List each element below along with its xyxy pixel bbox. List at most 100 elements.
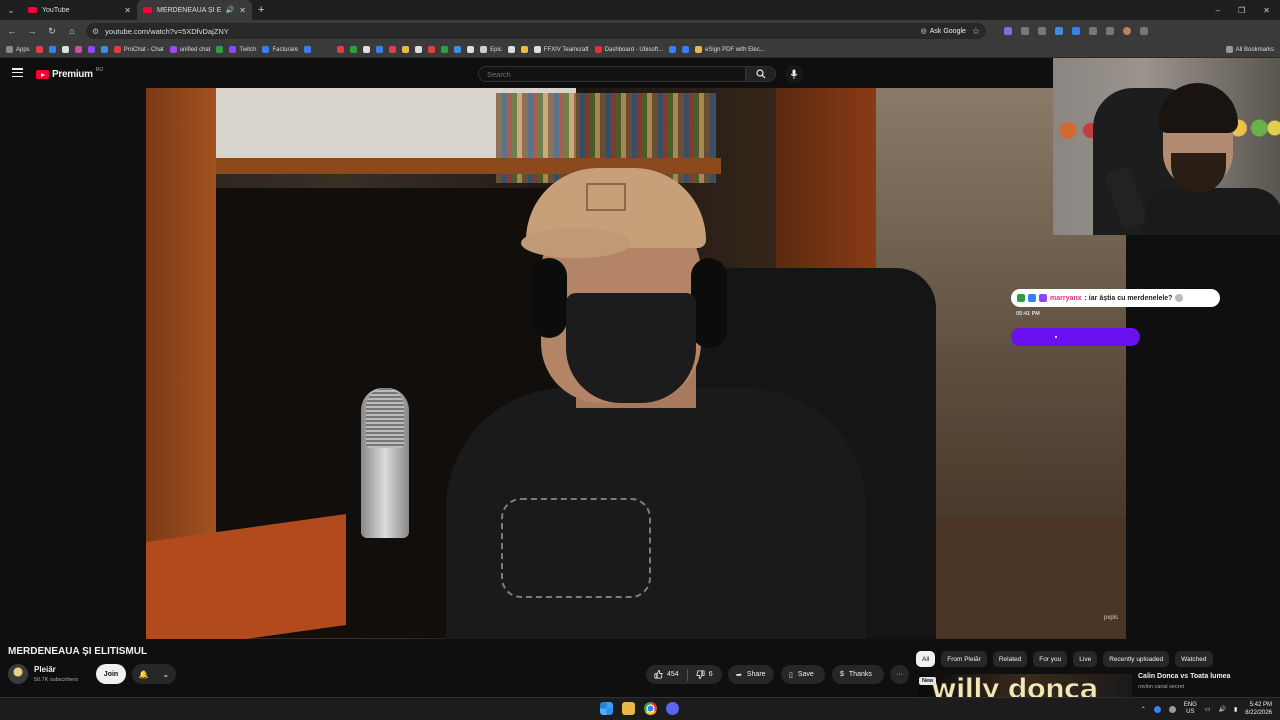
recommended-channel[interactable]: rovlon canal secret	[1138, 684, 1184, 690]
maximize-icon[interactable]: ❐	[1238, 6, 1245, 15]
save-button[interactable]: ▯ Save	[781, 665, 825, 684]
chip-watched[interactable]: Watched	[1175, 651, 1213, 667]
menu-dots-icon[interactable]	[1140, 27, 1148, 35]
youtube-premium-logo[interactable]: Premium RO	[36, 67, 103, 80]
speaker-icon[interactable]: 🔊	[226, 6, 235, 14]
browser-tab-video[interactable]: MERDENEAUA ȘI ELITISMUL 🔊 ✕	[137, 0, 252, 20]
extension-icon[interactable]	[1021, 27, 1029, 35]
close-tab-icon[interactable]: ✕	[124, 6, 131, 15]
bookmark-icon[interactable]	[74, 46, 82, 53]
video-player[interactable]: pxpls	[146, 88, 1126, 639]
close-tab-icon[interactable]: ✕	[239, 6, 246, 15]
windows-start-icon[interactable]	[600, 702, 613, 715]
bookmark-icon[interactable]	[389, 46, 397, 53]
recommended-thumbnail[interactable]: willy donca	[919, 674, 1132, 698]
bookmark-star-icon[interactable]: ☆	[972, 26, 980, 37]
bookmark-icon[interactable]	[350, 46, 358, 53]
bookmark-icon[interactable]	[669, 46, 677, 53]
bookmark-ubisoft[interactable]: Dashboard - Ubisoft...	[594, 46, 663, 53]
extension-icon[interactable]	[1055, 27, 1063, 35]
bookmark-icon[interactable]	[35, 46, 43, 53]
bookmark-unified-chat[interactable]: unified chat	[169, 46, 210, 53]
site-info-icon[interactable]: ⚙	[92, 27, 99, 36]
hamburger-menu-icon[interactable]	[12, 68, 23, 77]
all-bookmarks[interactable]: All Bookmarks	[1225, 46, 1274, 53]
minimize-icon[interactable]: –	[1216, 6, 1220, 15]
tab-search-chevron-icon[interactable]: ⌄	[0, 5, 22, 16]
bookmark-esign[interactable]: eSign PDF with Elec...	[695, 46, 765, 53]
extension-icon[interactable]	[1089, 27, 1097, 35]
bookmark-prochat[interactable]: ProChat - Chat	[113, 46, 164, 53]
bookmark-icon[interactable]	[454, 46, 462, 53]
recommended-title[interactable]: Calin Donca vs Toata lumea	[1138, 673, 1230, 680]
extensions-puzzle-icon[interactable]	[1106, 27, 1114, 35]
bookmark-icon[interactable]	[376, 46, 384, 53]
network-icon[interactable]: ▭	[1205, 706, 1211, 713]
chip-related[interactable]: Related	[992, 651, 1028, 667]
ask-google-button[interactable]: ◎ Ask Google	[921, 27, 966, 36]
voice-search-button[interactable]	[785, 65, 803, 83]
extension-icon[interactable]	[1038, 27, 1046, 35]
bookmark-icon[interactable]	[507, 46, 515, 53]
thumbs-down-icon	[696, 670, 705, 679]
bookmark-twitch[interactable]: Twitch	[229, 46, 256, 53]
channel-name[interactable]: Pleiăr	[34, 665, 56, 674]
bookmark-icon[interactable]	[337, 46, 345, 53]
bookmark-facturare[interactable]: Facturare	[262, 46, 298, 53]
extension-icon[interactable]	[1004, 27, 1012, 35]
bookmark-icon[interactable]	[441, 46, 449, 53]
bookmark-icon[interactable]	[682, 46, 690, 53]
more-actions-button[interactable]: ···	[890, 665, 909, 684]
search-button[interactable]	[746, 66, 776, 82]
omnibox[interactable]: ⚙ youtube.com/watch?v=5XDfvDajZNY ◎ Ask …	[86, 23, 986, 39]
bookmark-ffxiv[interactable]: FFXIV Teamcraft	[533, 46, 589, 53]
dislike-button[interactable]: 6	[696, 670, 713, 679]
chip-from-channel[interactable]: From Pleiăr	[941, 651, 987, 667]
taskbar-clock[interactable]: 5:42 PM 8/22/2026	[1245, 701, 1272, 717]
chip-all[interactable]: All	[916, 651, 936, 667]
forward-icon[interactable]: →	[26, 26, 38, 36]
chip-live[interactable]: Live	[1073, 651, 1098, 667]
extension-icon[interactable]	[1072, 27, 1080, 35]
profile-avatar-icon[interactable]	[1123, 27, 1131, 35]
bookmarks-bar: Apps ProChat - Chat unified chat Twitch …	[0, 42, 1280, 58]
tray-app-icon[interactable]	[1168, 705, 1176, 713]
like-button[interactable]: 454	[654, 670, 679, 679]
close-window-icon[interactable]: ✕	[1263, 6, 1270, 15]
bookmark-apps[interactable]: Apps	[6, 46, 30, 53]
language-indicator[interactable]: ENG US	[1184, 702, 1197, 716]
bookmark-icon[interactable]	[100, 46, 108, 53]
notification-bell-button[interactable]: 🔔 ⌄	[132, 664, 176, 684]
home-icon[interactable]: ⌂	[66, 26, 78, 36]
volume-icon[interactable]: 🔊	[1219, 706, 1226, 713]
bookmark-icon[interactable]	[304, 46, 312, 53]
join-button[interactable]: Join	[96, 664, 126, 684]
bookmark-icon[interactable]	[216, 46, 224, 53]
chip-recently-uploaded[interactable]: Recently uploaded	[1103, 651, 1170, 667]
search-input[interactable]	[478, 66, 746, 82]
bookmark-icon[interactable]	[467, 46, 475, 53]
battery-icon[interactable]: ▮	[1234, 706, 1237, 713]
discord-icon[interactable]	[666, 702, 679, 715]
bookmark-icon[interactable]	[520, 46, 528, 53]
bookmark-icon[interactable]	[87, 46, 95, 53]
tray-overflow-icon[interactable]: ⌃	[1141, 706, 1146, 713]
chrome-icon[interactable]	[644, 702, 657, 715]
new-tab-button[interactable]: +	[252, 4, 270, 16]
bookmark-icon[interactable]	[428, 46, 436, 53]
file-explorer-icon[interactable]	[622, 702, 635, 715]
thanks-button[interactable]: $ Thanks	[832, 665, 884, 684]
bookmark-icon[interactable]	[363, 46, 371, 53]
reload-icon[interactable]: ↻	[46, 26, 58, 37]
bookmark-icon[interactable]	[48, 46, 56, 53]
back-icon[interactable]: ←	[6, 26, 18, 36]
share-button[interactable]: ➦ Share	[728, 665, 774, 684]
bookmark-icon[interactable]	[415, 46, 423, 53]
channel-avatar[interactable]	[8, 664, 28, 684]
browser-tab-youtube[interactable]: YouTube ✕	[22, 0, 137, 20]
chip-for-you[interactable]: For you	[1033, 651, 1068, 667]
tray-app-icon[interactable]	[1153, 705, 1161, 713]
bookmark-icon[interactable]	[402, 46, 410, 53]
bookmark-icon[interactable]	[61, 46, 69, 53]
bookmark-epic[interactable]: Epic	[480, 46, 502, 53]
